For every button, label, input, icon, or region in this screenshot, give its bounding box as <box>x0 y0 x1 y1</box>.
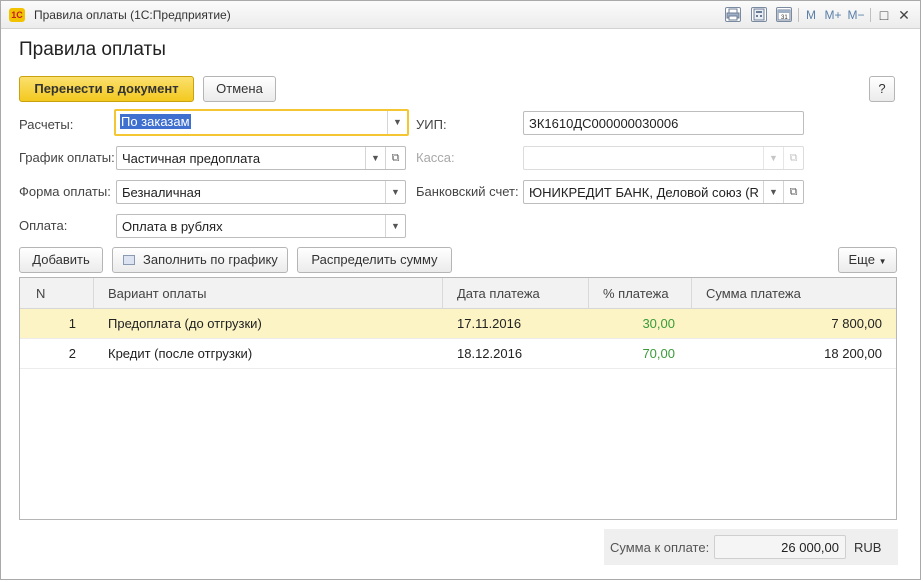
chevron-down-icon[interactable]: ▼ <box>385 215 405 237</box>
payment-schedule-value: Частичная предоплата <box>122 151 261 166</box>
row-date: 17.11.2016 <box>457 316 522 331</box>
payment-form-field[interactable]: Безналичная ▼ <box>116 180 406 204</box>
svg-text:31: 31 <box>781 15 788 21</box>
chevron-down-icon[interactable]: ▼ <box>365 147 385 169</box>
table-header: N Вариант оплаты Дата платежа % платежа … <box>20 278 896 309</box>
total-label: Сумма к оплате: <box>610 540 710 555</box>
open-icon: ⧉ <box>783 147 803 169</box>
title-separator <box>870 8 871 22</box>
title-bar: 1С Правила оплаты (1С:Предприятие) 31 M … <box>1 1 920 29</box>
row-sum: 7 800,00 <box>831 316 882 331</box>
column-header-percent[interactable]: % платежа <box>589 278 692 309</box>
column-header-date[interactable]: Дата платежа <box>443 278 589 309</box>
uip-value: ЗК1610ДС000000030006 <box>529 116 679 131</box>
payment-form-value: Безналичная <box>122 185 201 200</box>
settlements-label: Расчеты: <box>19 117 74 132</box>
bank-account-value: ЮНИКРЕДИТ БАНК, Деловой союз (R <box>529 185 759 200</box>
bank-account-label: Банковский счет: <box>416 184 519 199</box>
row-variant: Кредит (после отгрузки) <box>108 346 253 361</box>
payment-table[interactable]: N Вариант оплаты Дата платежа % платежа … <box>19 277 897 520</box>
total-value: 26 000,00 <box>781 540 839 555</box>
chevron-down-icon[interactable]: ▼ <box>763 181 783 203</box>
memory-minus-button[interactable]: M− <box>846 6 866 24</box>
chevron-down-icon: ▼ <box>878 257 887 266</box>
title-separator <box>798 8 799 22</box>
uip-field[interactable]: ЗК1610ДС000000030006 <box>523 111 804 135</box>
row-date: 18.12.2016 <box>457 346 523 361</box>
row-variant: Предоплата (до отгрузки) <box>108 316 262 331</box>
help-button[interactable]: ? <box>869 76 895 102</box>
table-row[interactable]: 1 Предоплата (до отгрузки) 17.11.2016 30… <box>20 309 896 339</box>
row-sum: 18 200,00 <box>824 346 882 361</box>
open-icon[interactable]: ⧉ <box>385 147 405 169</box>
column-header-n[interactable]: N <box>20 278 94 309</box>
cash-desk-field: ▼ ⧉ <box>523 146 804 170</box>
settlements-value: По заказам <box>120 114 191 129</box>
main-window: 1С Правила оплаты (1С:Предприятие) 31 M … <box>0 0 921 580</box>
column-header-sum[interactable]: Сумма платежа <box>692 278 896 309</box>
row-percent: 70,00 <box>642 346 675 361</box>
payment-field[interactable]: Оплата в рублях ▼ <box>116 214 406 238</box>
more-button[interactable]: Еще ▼ <box>838 247 897 273</box>
settlements-field[interactable]: По заказам ▼ <box>114 109 409 136</box>
cash-desk-label: Касса: <box>416 150 455 165</box>
cancel-button[interactable]: Отмена <box>203 76 276 102</box>
calculator-icon[interactable] <box>751 7 767 22</box>
table-row[interactable]: 2 Кредит (после отгрузки) 18.12.2016 70,… <box>20 339 896 369</box>
currency-label: RUB <box>854 540 882 555</box>
transfer-to-document-button[interactable]: Перенести в документ <box>19 76 194 102</box>
window-title: Правила оплаты (1С:Предприятие) <box>34 8 231 22</box>
close-icon[interactable]: ✕ <box>896 6 912 24</box>
payment-schedule-field[interactable]: Частичная предоплата ▼ ⧉ <box>116 146 406 170</box>
column-header-variant[interactable]: Вариант оплаты <box>94 278 443 309</box>
row-number: 2 <box>68 346 76 361</box>
total-panel: Сумма к оплате: 26 000,00 RUB <box>604 529 898 565</box>
page-title: Правила оплаты <box>19 39 166 60</box>
payment-schedule-label: График оплаты: <box>19 150 115 165</box>
distribute-sum-button[interactable]: Распределить сумму <box>297 247 452 273</box>
app-logo-icon: 1С <box>9 8 25 22</box>
uip-label: УИП: <box>416 117 447 132</box>
memory-m-button[interactable]: M <box>804 6 818 24</box>
chevron-down-icon[interactable]: ▼ <box>385 181 405 203</box>
total-field: 26 000,00 <box>714 535 846 559</box>
print-icon[interactable] <box>725 7 741 22</box>
payment-form-label: Форма оплаты: <box>19 184 111 199</box>
row-number: 1 <box>68 316 76 331</box>
more-label: Еще <box>848 252 875 267</box>
fill-table-icon <box>123 255 135 265</box>
maximize-icon[interactable]: □ <box>876 6 892 24</box>
fill-by-schedule-button[interactable]: Заполнить по графику <box>112 247 288 273</box>
calendar-icon[interactable]: 31 <box>776 7 792 22</box>
chevron-down-icon: ▼ <box>763 147 783 169</box>
chevron-down-icon[interactable]: ▼ <box>387 111 407 134</box>
bank-account-field[interactable]: ЮНИКРЕДИТ БАНК, Деловой союз (R ▼ ⧉ <box>523 180 804 204</box>
memory-plus-button[interactable]: M+ <box>823 6 843 24</box>
open-icon[interactable]: ⧉ <box>783 181 803 203</box>
row-percent: 30,00 <box>642 316 675 331</box>
add-button[interactable]: Добавить <box>19 247 103 273</box>
payment-value: Оплата в рублях <box>122 219 223 234</box>
fill-by-schedule-label: Заполнить по графику <box>143 252 278 267</box>
payment-label: Оплата: <box>19 218 68 233</box>
